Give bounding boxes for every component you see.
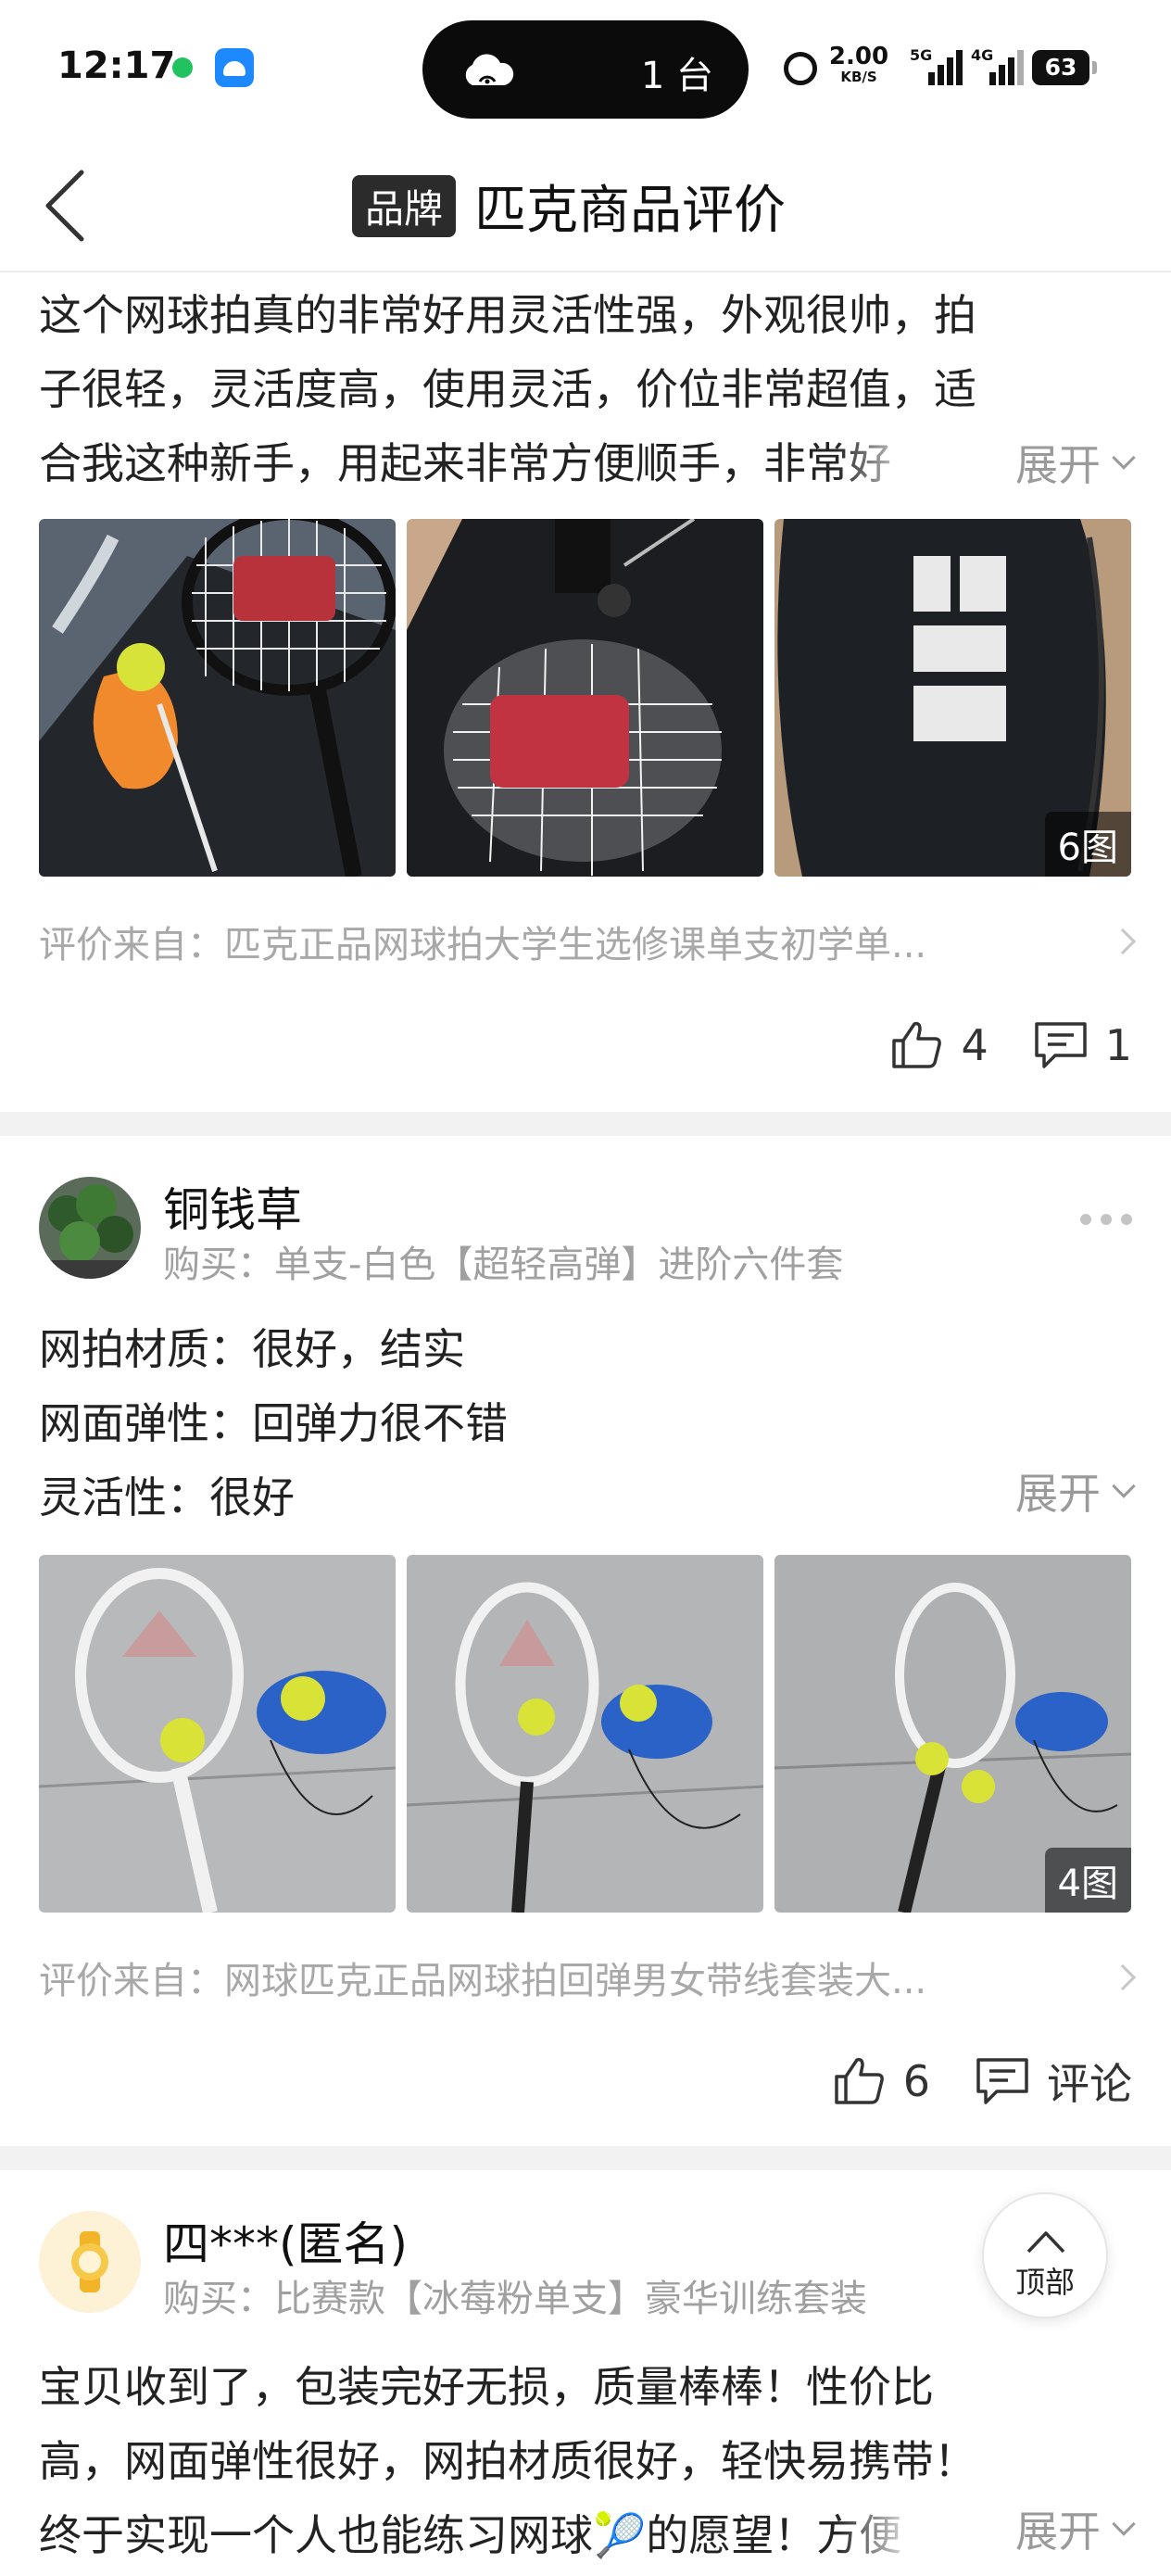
signal-4g-icon: 4G [971,46,1024,85]
thumbs-up-icon [892,1021,942,1068]
section-divider [0,1112,1171,1136]
review-actions: 4 1 [890,1008,1132,1082]
photo-count-badge: 4图 [1044,1848,1131,1913]
chevron-down-icon [1112,1474,1136,1498]
avatar[interactable] [39,2211,141,2313]
review-card: 铜钱草 购买：单支-白色【超轻高弹】进阶六件套 网拍材质：很好，结实 网面弹性：… [0,1136,1171,2146]
review-actions: 6 评论 [833,2044,1132,2118]
title-text: 匹克商品评价 [474,180,787,241]
review-user: 四***(匿名) 购买：比赛款【冰莓粉单支】豪华训练套装 [39,2207,1132,2320]
review-source-link[interactable]: 评价来自：匹克正品网球拍大学生选修课单支初学单... [39,914,1137,969]
plant-avatar-image [39,1177,141,1279]
island-text: 1 台 [640,55,713,97]
photo-row: 6图 [39,519,1132,877]
review-photo[interactable] [407,1555,763,1913]
status-bar: 12:17 1 台 2.00 KB/S 5G 4G 63 [0,0,1171,139]
purchase-info: 购买：比赛款【冰莓粉单支】豪华训练套装 [163,2278,867,2320]
racket-cover-photo [407,519,763,877]
chevron-down-icon [1112,446,1136,470]
racket-bag-photo [39,519,396,877]
review-photo[interactable] [39,1555,396,1913]
dynamic-island[interactable]: 1 台 [422,20,749,119]
expand-button[interactable]: 展开 [1008,432,1136,493]
status-time: 12:17 [57,44,176,87]
review-source-link[interactable]: 评价来自：网球匹克正品网球拍回弹男女带线套装大... [39,1950,1137,2005]
back-button[interactable] [31,159,106,252]
review-text[interactable]: 宝贝收到了，包装完好无损，质量棒棒！性价比 高，网面弹性很好，网拍材质很好，轻快… [39,2350,1132,2572]
review-photo[interactable] [39,519,396,877]
review-text[interactable]: 网拍材质：很好，结实 网面弹性：回弹力很不错 灵活性：很好 [39,1312,1132,1534]
more-options-icon[interactable] [1080,1214,1132,1225]
network-speed: 2.00 KB/S [828,43,889,85]
white-racket-photo [407,1555,763,1913]
back-to-top-button[interactable]: 顶部 [982,2192,1108,2318]
chevron-right-icon [1109,928,1137,955]
review-photo[interactable]: 6图 [774,519,1131,877]
avatar[interactable] [39,1177,141,1279]
like-button[interactable]: 6 [833,2056,930,2106]
review-text[interactable]: 这个网球拍真的非常好用灵活性强，外观很帅，拍 子很轻，灵活度高，使用灵活，价位非… [39,278,1132,500]
username[interactable]: 铜钱草 [163,1173,302,1240]
review-photo[interactable]: 4图 [774,1555,1131,1913]
purchase-info: 购买：单支-白色【超轻高弹】进阶六件套 [163,1244,844,1286]
back-to-top-label: 顶部 [1014,2265,1075,2300]
page-title: 品牌 匹克商品评价 [352,170,786,241]
comment-button[interactable]: 1 [1033,1020,1132,1070]
like-button[interactable]: 4 [890,1020,988,1070]
brand-badge: 品牌 [352,174,457,237]
chat-app-icon [172,57,193,78]
comment-button[interactable]: 评论 [975,2051,1132,2112]
photo-count-badge: 6图 [1044,812,1131,877]
chevron-down-icon [1112,2512,1136,2536]
username[interactable]: 四***(匿名) [163,2207,408,2274]
review-photo[interactable] [407,519,763,877]
thumbs-up-icon [834,2057,884,2104]
chevron-right-icon [1109,1964,1137,1991]
expand-button[interactable]: 展开 [1008,2498,1136,2559]
alarm-icon [784,52,817,85]
android-app-icon [215,48,254,87]
section-divider [0,2146,1171,2170]
nav-bar: 品牌 匹克商品评价 [0,139,1171,272]
chevron-left-icon [45,170,84,242]
battery-icon: 63 [1032,50,1097,85]
expand-button[interactable]: 展开 [1008,1460,1136,1522]
review-user: 铜钱草 购买：单支-白色【超轻高弹】进阶六件套 [39,1173,1132,1286]
cloud-icon [465,54,514,85]
photo-row: 4图 [39,1555,1132,1913]
white-racket-photo [39,1555,396,1913]
chevron-up-icon [1026,2231,1065,2254]
comment-icon [1034,1022,1087,1068]
signal-5g-icon: 5G [910,46,963,85]
comment-icon [976,2058,1028,2104]
review-card: 这个网球拍真的非常好用灵活性强，外观很帅，拍 子很轻，灵活度高，使用灵活，价位非… [0,274,1171,1112]
anonymous-avatar-image [39,2211,141,2313]
